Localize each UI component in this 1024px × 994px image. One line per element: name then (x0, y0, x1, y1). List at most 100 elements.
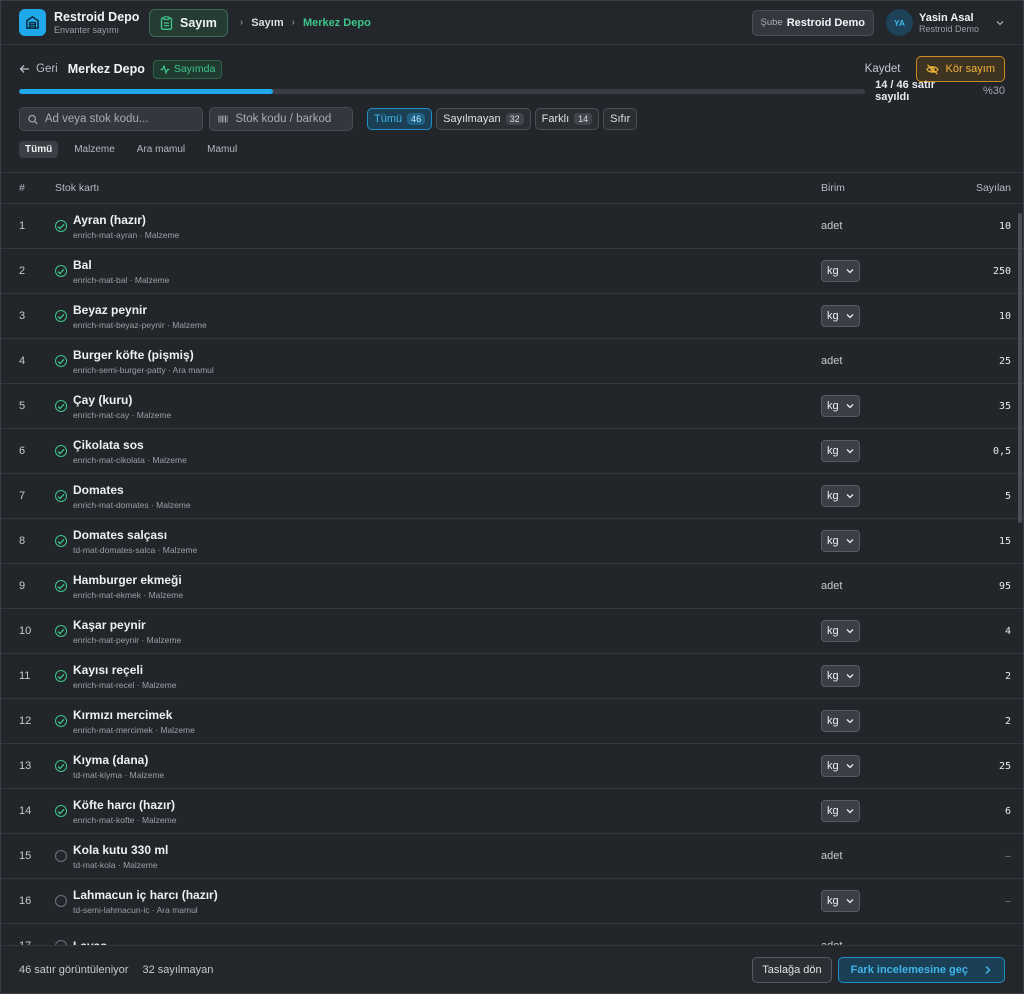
counted-value[interactable]: 15 (951, 536, 1011, 547)
chevron-down-icon (846, 310, 854, 322)
check-circle-icon (55, 355, 67, 367)
check-circle-icon (55, 625, 67, 637)
breadcrumb-item-sayim[interactable]: Sayım (251, 17, 283, 29)
counted-value[interactable]: 2 (951, 716, 1011, 727)
counted-value[interactable]: 25 (951, 761, 1011, 772)
row-unit: kg (821, 620, 951, 642)
filter-chip-3[interactable]: Sıfır (603, 108, 638, 130)
branch-selector[interactable]: Şube Restroid Demo (751, 9, 874, 36)
counted-value[interactable]: 10 (951, 311, 1011, 322)
table-row[interactable]: 12 Kırmızı mercimek enrich-mat-mercimek · … (1, 699, 1023, 744)
table-row[interactable]: 7 Domates enrich-mat-domates · Malzeme kg 5 (1, 474, 1023, 519)
table-row[interactable]: 6 Çikolata sos enrich-mat-cikolata · Malze… (1, 429, 1023, 474)
brand[interactable]: Restroid Depo Envanter sayımı (19, 9, 149, 36)
status-text: Sayımda (173, 63, 216, 75)
back-to-draft-button[interactable]: Taslağa dön (752, 956, 832, 983)
category-tab-1[interactable]: Malzeme (68, 141, 121, 158)
unit-select[interactable]: kg (821, 890, 860, 912)
counted-value[interactable]: 35 (951, 401, 1011, 412)
counted-value[interactable]: 10 (951, 221, 1011, 232)
table-row[interactable]: 11 Kayısı reçeli enrich-mat-recel · Malzem… (1, 654, 1023, 699)
unit-select[interactable]: kg (821, 305, 860, 327)
unit-select[interactable]: kg (821, 665, 860, 687)
table-row[interactable]: 9 Hamburger ekmeği enrich-mat-ekmek · Malz… (1, 564, 1023, 609)
next-label: Fark incelemesine geç (850, 963, 968, 976)
table-body: 1 Ayran (hazır) enrich-mat-ayran · Malzeme… (1, 204, 1023, 945)
breadcrumb-item-current: Merkez Depo (302, 16, 371, 29)
item-code: enrich-mat-ekmek · Malzeme (73, 589, 184, 600)
table-row[interactable]: 1 Ayran (hazır) enrich-mat-ayran · Malzeme… (1, 204, 1023, 249)
counted-value[interactable]: 4 (951, 626, 1011, 637)
table-row[interactable]: 13 Kıyma (dana) td-mat-kiyma · Malzeme kg 25 (1, 744, 1023, 789)
row-number: 14 (19, 805, 32, 817)
row-stock: Köfte harcı (hazır) enrich-mat-kofte · Ma… (55, 798, 821, 825)
item-name: Beyaz peynir (73, 302, 148, 317)
barcode-input[interactable] (235, 113, 344, 125)
table-row[interactable]: 3 Beyaz peynir enrich-mat-beyaz-peynir · M… (1, 294, 1023, 339)
filter-chip-0[interactable]: Tümü 46 (367, 108, 433, 130)
table-row[interactable]: 2 Bal enrich-mat-bal · Malzeme kg 250 (1, 249, 1023, 294)
counted-value[interactable]: 95 (951, 581, 1011, 592)
table-row[interactable]: 5 Çay (kuru) enrich-mat-cay · Malzeme kg 35 (1, 384, 1023, 429)
unit-select[interactable]: kg (821, 530, 860, 552)
unit-select[interactable]: kg (821, 800, 860, 822)
table-row[interactable]: 16 Lahmacun iç harcı (hazır) td-semi-lahma… (1, 879, 1023, 924)
unit-select[interactable]: kg (821, 395, 860, 417)
footer: 46 satır görüntüleniyor 32 sayılmayan Ta… (1, 945, 1023, 993)
counted-value[interactable]: 5 (951, 491, 1011, 502)
unit-select[interactable]: kg (821, 755, 860, 777)
counted-value[interactable]: 250 (951, 266, 1011, 277)
go-to-variance-review-button[interactable]: Fark incelemesine geç (837, 956, 1005, 983)
chevron-down-icon (846, 895, 854, 907)
counted-value[interactable]: 25 (951, 356, 1011, 367)
counted-value[interactable]: — (951, 851, 1011, 862)
item-name: Domates (73, 482, 124, 497)
table-row[interactable]: 10 Kaşar peynir enrich-mat-peynir · Malzem… (1, 609, 1023, 654)
category-tab-0[interactable]: Tümü (19, 140, 59, 158)
table-row[interactable]: 8 Domates salçası td-mat-domates-salca · M… (1, 519, 1023, 564)
category-tab-2[interactable]: Ara mamul (131, 141, 191, 158)
chevron-down-icon (846, 445, 854, 457)
filter-chip-2[interactable]: Farklı 14 (534, 108, 600, 130)
check-circle-icon (55, 310, 67, 322)
row-unit: adet (821, 580, 951, 592)
unit-select[interactable]: kg (821, 710, 860, 732)
unit-value: kg (827, 400, 839, 412)
save-button[interactable]: Kaydet (865, 63, 901, 75)
check-circle-icon (55, 400, 67, 412)
module-button[interactable]: Sayım (149, 8, 228, 37)
chevron-right-icon: › (239, 17, 244, 28)
table-row[interactable]: 15 Kola kutu 330 ml td-mat-kola · Malzeme a… (1, 834, 1023, 879)
row-number: 13 (19, 760, 32, 772)
unit-select[interactable]: kg (821, 440, 860, 462)
user-menu[interactable]: YA Yasin Asal Restroid Demo (885, 9, 1005, 36)
chevron-down-icon (846, 400, 854, 412)
row-unit: kg (821, 665, 951, 687)
table-row[interactable]: 14 Köfte harcı (hazır) enrich-mat-kofte · … (1, 789, 1023, 834)
app-subtitle: Envanter sayımı (54, 25, 120, 35)
unit-select[interactable]: kg (821, 260, 860, 282)
row-stock: Kola kutu 330 ml td-mat-kola · Malzeme (55, 843, 821, 870)
unit-select[interactable]: kg (821, 485, 860, 507)
item-code: enrich-mat-domates · Malzeme (73, 499, 191, 510)
table-row[interactable]: 4 Burger köfte (pişmiş) enrich-semi-burger… (1, 339, 1023, 384)
counted-value[interactable]: 0,5 (951, 446, 1011, 457)
filter-chip-label: Sayılmayan (443, 113, 501, 125)
item-code: enrich-mat-peynir · Malzeme (73, 634, 182, 645)
category-tabs: Tümü Malzeme Ara mamul Mamul (1, 139, 1023, 159)
counted-value[interactable]: 2 (951, 671, 1011, 682)
category-tab-3[interactable]: Mamul (201, 141, 243, 158)
progress-bar (19, 88, 866, 94)
counted-value[interactable]: — (951, 896, 1011, 907)
filter-chip-1[interactable]: Sayılmayan 32 (436, 108, 531, 130)
table-row[interactable]: 17Lavaşadet (1, 924, 1023, 945)
check-circle-icon (55, 580, 67, 592)
unit-select[interactable]: kg (821, 620, 860, 642)
search-input[interactable] (44, 113, 194, 125)
counted-value[interactable]: 6 (951, 806, 1011, 817)
table-header: # Stok kartı Birim Sayılan (1, 173, 1023, 204)
filter-chip-label: Sıfır (610, 113, 631, 125)
scrollbar[interactable] (1018, 213, 1022, 523)
empty-circle-icon (55, 850, 67, 862)
back-button[interactable]: Geri (19, 63, 58, 75)
